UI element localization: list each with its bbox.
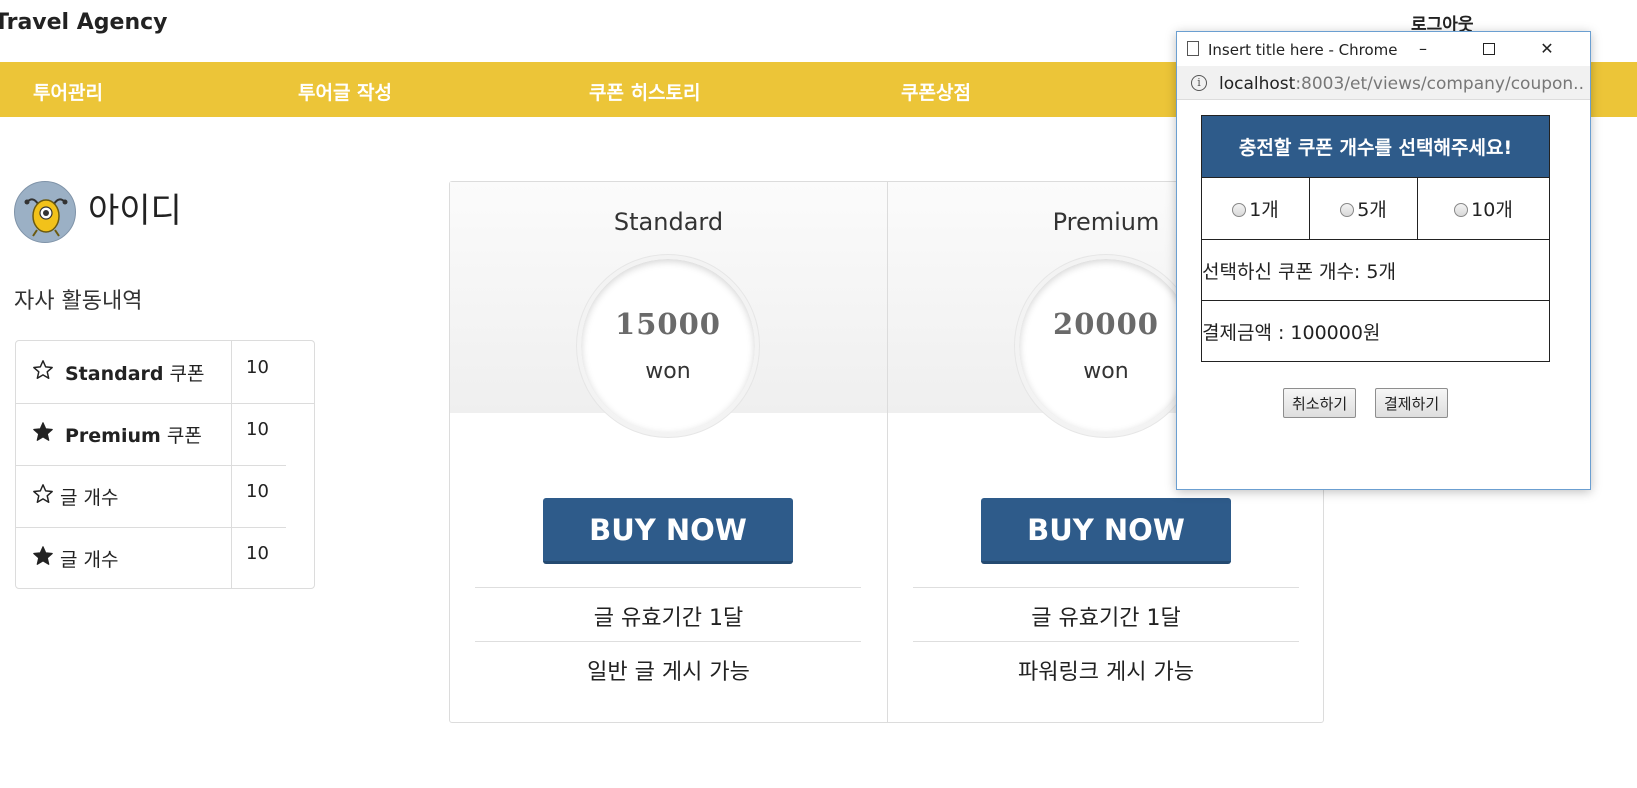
nav-tour-management[interactable]: 투어관리 [33,78,103,105]
row-divider [16,403,314,404]
window-titlebar[interactable]: Insert title here - Chrome – ✕ [1177,32,1590,66]
pay-button[interactable]: 결제하기 [1375,388,1449,418]
stat-value: 10 [246,419,269,440]
plan-name: Standard [613,208,724,236]
payment-amount: 결제금액 : 100000원 [1201,300,1550,362]
stat-row-post-count: 글 개수 10 [16,465,314,527]
coupon-select-table: 충전할 쿠폰 개수를 선택해주세요! 1개 5개 10개 선택하신 쿠폰 개수:… [1201,115,1550,362]
activity-title: 자사 활동내역 [14,289,143,314]
window-title: Insert title here - Chrome [1208,41,1398,59]
nav-coupon-shop[interactable]: 쿠폰상점 [901,78,971,105]
selected-count: 선택하신 쿠폰 개수: 5개 [1201,239,1550,301]
document-icon [1187,41,1199,56]
plan-card-standard: Standard 15000 won BUY NOW 글 유효기간 1달 일반 … [450,182,887,722]
coupon-select-heading: 충전할 쿠폰 개수를 선택해주세요! [1201,115,1550,178]
stat-value: 10 [246,357,269,378]
stat-label: 글 개수 [60,549,119,571]
profile-name: 아이디 [88,191,182,231]
star-filled-icon [33,546,53,565]
info-icon[interactable]: i [1191,75,1207,91]
plan-feature: 일반 글 게시 가능 [587,660,750,685]
avatar [14,181,76,243]
stat-value: 10 [246,543,269,564]
stat-label: Premium 쿠폰 [65,425,202,447]
buy-now-button-standard[interactable]: BUY NOW [543,498,793,564]
row-divider [16,465,286,466]
plan-price: 20000 [1053,307,1159,341]
maximize-icon[interactable] [1465,32,1513,66]
price-unit: won [1083,359,1129,384]
stat-row-premium-coupon: Premium 쿠폰 10 [16,403,314,465]
price-unit: won [645,359,691,384]
price-circle: 15000 won [577,255,759,437]
stat-label: Standard 쿠폰 [65,363,205,385]
nav-coupon-history[interactable]: 쿠폰 히스토리 [589,78,701,105]
star-outline-icon [33,360,53,379]
stat-label: 글 개수 [60,487,119,509]
feature-divider [913,641,1299,642]
feature-divider [475,587,861,588]
brand-title[interactable]: Travel Agency [0,10,168,35]
url-text[interactable]: localhost:8003/et/views/company/coupon..… [1219,74,1584,94]
buy-now-button-premium[interactable]: BUY NOW [981,498,1231,564]
star-outline-icon [33,484,53,503]
coupon-popup-window: Insert title here - Chrome – ✕ i localho… [1176,31,1591,490]
feature-divider [475,641,861,642]
row-divider [16,527,286,528]
address-bar[interactable]: i localhost:8003/et/views/company/coupon… [1177,66,1590,100]
plan-feature: 글 유효기간 1달 [593,606,744,631]
option-5[interactable]: 5개 [1309,177,1418,240]
option-10[interactable]: 10개 [1417,177,1550,240]
minimize-icon[interactable]: – [1399,32,1447,66]
plan-price: 15000 [615,307,721,341]
stat-row-post-count-2: 글 개수 10 [16,527,314,589]
plan-feature: 파워링크 게시 가능 [1018,660,1194,685]
price-circle: 20000 won [1015,255,1197,437]
monster-avatar-icon [24,198,68,237]
stat-row-standard-coupon: Standard 쿠폰 10 [16,341,314,403]
feature-divider [913,587,1299,588]
option-1[interactable]: 1개 [1201,177,1310,240]
close-icon[interactable]: ✕ [1523,32,1571,66]
radio-10[interactable] [1454,203,1469,217]
stat-value: 10 [246,481,269,502]
nav-write-tour-post[interactable]: 투어글 작성 [298,78,392,105]
cancel-button[interactable]: 취소하기 [1283,388,1357,418]
plan-feature: 글 유효기간 1달 [1031,606,1181,631]
radio-5[interactable] [1340,203,1355,217]
activity-stats-table: Standard 쿠폰 10 Premium 쿠폰 10 글 개수 10 글 개… [15,340,315,589]
star-filled-icon [33,422,53,441]
radio-1[interactable] [1232,203,1247,217]
